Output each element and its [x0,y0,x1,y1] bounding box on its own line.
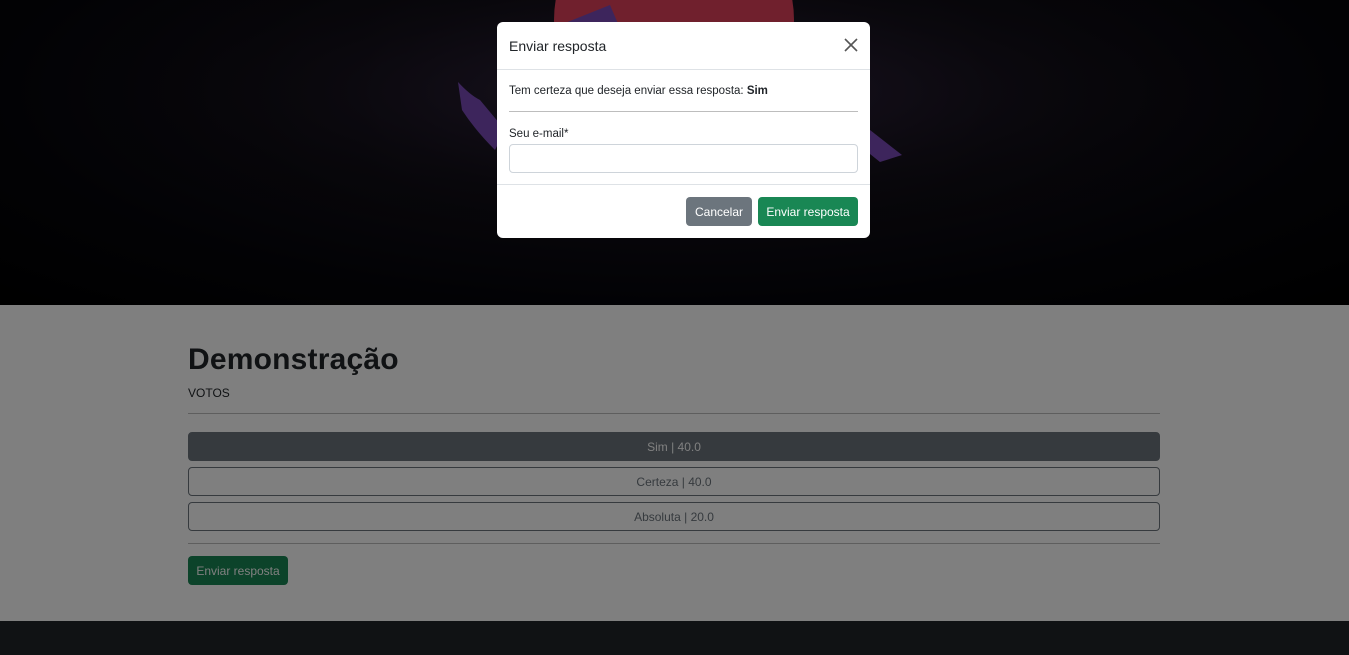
divider [509,111,858,112]
close-button[interactable] [842,36,860,54]
confirm-modal: Enviar resposta Tem certeza que deseja e… [497,22,870,238]
cancel-button[interactable]: Cancelar [686,197,752,226]
email-label: Seu e-mail* [509,128,569,140]
send-answer-button[interactable]: Enviar resposta [758,197,858,226]
close-icon [844,38,858,52]
confirm-message: Tem certeza que deseja enviar essa respo… [509,85,768,97]
email-field[interactable] [509,144,858,173]
modal-title: Enviar resposta [509,38,607,54]
modal-header: Enviar resposta [497,22,870,70]
modal-footer: Cancelar Enviar resposta [497,184,870,238]
page: Demonstração VOTOS Sim | 40.0 Certeza | … [0,0,1349,655]
confirm-prefix: Tem certeza que deseja enviar essa respo… [509,85,744,97]
confirm-answer: Sim [746,85,768,97]
